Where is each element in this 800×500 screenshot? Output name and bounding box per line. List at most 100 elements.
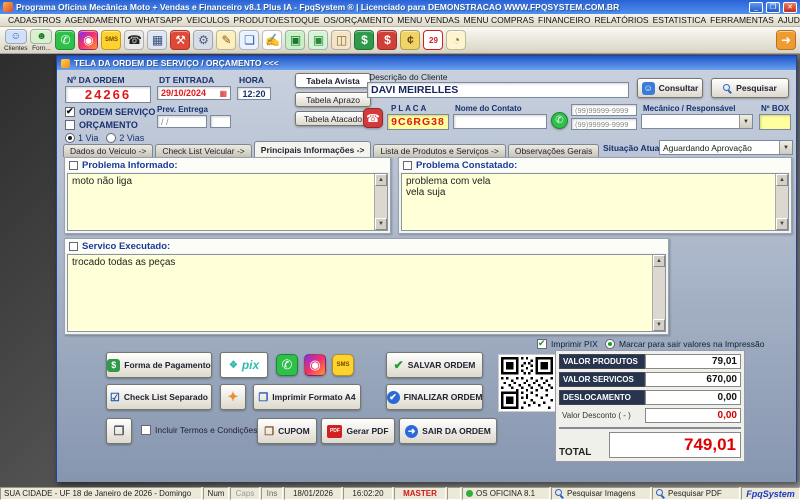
scroll-up-icon[interactable]: ▲ <box>776 174 788 186</box>
checkbox-icon[interactable] <box>69 242 78 251</box>
forma-pagamento-button[interactable]: $ Forma de Pagamento <box>106 352 212 378</box>
minimize-button[interactable]: _ <box>749 2 763 13</box>
instagram-icon[interactable]: ◉ <box>304 354 326 376</box>
plate-field[interactable]: 9C6RG38 <box>387 114 449 130</box>
mechanic-dropdown[interactable]: ▼ <box>641 114 753 129</box>
cart-icon[interactable]: ▣ <box>285 30 305 50</box>
menu-item[interactable]: VEICULOS <box>184 15 231 25</box>
contact-name-field[interactable] <box>453 114 547 129</box>
phone2-field[interactable]: (99)99999-9999 <box>571 118 637 130</box>
menu-item[interactable]: OS/ORÇAMENTO <box>322 15 396 25</box>
document-icon[interactable]: ❏ <box>239 30 259 50</box>
tab[interactable]: Dados do Veiculo -> <box>63 144 153 157</box>
print-small-button[interactable]: ❐ <box>106 418 132 444</box>
salvar-ordem-button[interactable]: ✔ SALVAR ORDEM <box>386 352 483 378</box>
client-name-field[interactable]: DAVI MEIRELLES <box>367 82 629 98</box>
menu-item[interactable]: PRODUTO/ESTOQUE <box>231 15 321 25</box>
dollar-icon[interactable]: $ <box>377 30 397 50</box>
maximize-button[interactable]: ❐ <box>766 2 780 13</box>
value-field[interactable]: 670,00 <box>645 372 741 387</box>
menu-item[interactable]: CADASTROS <box>6 15 63 25</box>
tab[interactable]: Lista de Produtos e Serviços -> <box>373 144 505 157</box>
scroll-down-icon[interactable]: ▼ <box>653 319 665 331</box>
close-button[interactable]: ✕ <box>783 2 797 13</box>
gerar-pdf-button[interactable]: PDF Gerar PDF <box>321 418 395 444</box>
menu-item[interactable]: WHATSAPP <box>133 15 184 25</box>
orcamento-checkbox[interactable]: ORÇAMENTO <box>65 120 138 130</box>
tabela-aprazo-button[interactable]: Tabela Aprazo <box>295 92 371 107</box>
menu-item[interactable]: AJUDA <box>776 15 800 25</box>
imprimir-pix-checkbox[interactable]: Imprimir PIX <box>537 339 598 349</box>
checkbox-icon[interactable] <box>69 161 78 170</box>
imprimir-a4-button[interactable]: ❐ Imprimir Formato A4 <box>253 384 361 410</box>
servico-executado-textarea[interactable]: trocado todas as peças <box>68 255 652 331</box>
toolbar-clientes-button[interactable]: ☺ Clientes <box>4 29 27 52</box>
exit-icon[interactable]: ➜ <box>776 30 796 50</box>
package-icon[interactable]: ◫ <box>331 30 351 50</box>
tab[interactable]: Observações Gerais <box>508 144 599 157</box>
cupom-button[interactable]: ❒ CUPOM <box>257 418 317 444</box>
entry-date-field[interactable]: 29/10/2024 ▦ <box>157 86 231 100</box>
phone1-field[interactable]: (99)99999-9999 <box>571 104 637 116</box>
clock-icon[interactable]: ◔ <box>446 30 466 50</box>
checkbox-icon[interactable] <box>403 161 412 170</box>
toolbar-fornecedores-button[interactable]: ☻ Forn... <box>30 29 52 52</box>
menu-item[interactable]: MENU COMPRAS <box>462 15 536 25</box>
order-icon[interactable]: ✍ <box>262 30 282 50</box>
menu-item[interactable]: MENU VENDAS <box>395 15 461 25</box>
whatsapp-icon[interactable]: ✆ <box>55 30 75 50</box>
scrollbar[interactable]: ▲ ▼ <box>775 174 788 230</box>
delivery-forecast-field[interactable]: / / <box>157 115 207 128</box>
sair-ordem-button[interactable]: ➜ SAIR DA ORDEM <box>399 418 497 444</box>
entry-time-field[interactable]: 12:20 <box>237 87 271 100</box>
tab[interactable]: Check List Veicular -> <box>155 144 251 157</box>
menu-item[interactable]: FINANCEIRO <box>536 15 592 25</box>
pesquisar-pdf-button[interactable]: Pesquisar PDF <box>652 487 740 500</box>
scrollbar[interactable]: ▲ ▼ <box>374 174 387 230</box>
value-field[interactable]: 79,01 <box>645 354 741 369</box>
tools-icon[interactable]: ⚒ <box>170 30 190 50</box>
pix-button[interactable]: ❖ pix <box>220 352 268 378</box>
whatsapp-icon[interactable]: ✆ <box>551 112 568 129</box>
sms-icon[interactable]: SMS <box>101 30 121 50</box>
menu-item[interactable]: FERRAMENTAS <box>708 15 776 25</box>
tabela-atacado-button[interactable]: Tabela Atacado <box>295 111 371 126</box>
money-icon[interactable]: $ <box>354 30 374 50</box>
order-number-field[interactable]: 24266 <box>65 86 151 103</box>
stamp-button[interactable]: ✦ <box>220 384 246 410</box>
pesquisar-imagens-button[interactable]: Pesquisar Imagens <box>551 487 651 500</box>
scroll-up-icon[interactable]: ▲ <box>653 255 665 267</box>
instagram-icon[interactable]: ◉ <box>78 30 98 50</box>
calendar-icon[interactable]: ▦ <box>219 89 227 98</box>
ordem-servico-checkbox[interactable]: ORDEM SERVIÇO <box>65 107 155 117</box>
tab[interactable]: Principais Informações -> <box>254 141 372 157</box>
situacao-dropdown[interactable]: Aguardando Aprovação ▼ <box>659 140 793 155</box>
scroll-down-icon[interactable]: ▼ <box>375 218 387 230</box>
cart2-icon[interactable]: ▣ <box>308 30 328 50</box>
problema-informado-textarea[interactable]: moto não liga <box>68 174 374 230</box>
value-field[interactable]: 0,00 <box>645 390 741 405</box>
box-field[interactable] <box>759 114 791 130</box>
calendar-icon[interactable]: 29 <box>423 30 443 50</box>
termos-checkbox[interactable]: Incluir Termos e Condições <box>141 425 257 435</box>
desconto-field[interactable]: 0,00 <box>645 408 741 423</box>
menu-item[interactable]: RELATÓRIOS <box>592 15 650 25</box>
finalizar-ordem-button[interactable]: ✔ FINALIZAR ORDEM <box>386 384 483 410</box>
coins-icon[interactable]: ¢ <box>400 30 420 50</box>
delivery-time-field[interactable] <box>210 115 231 128</box>
scrollbar[interactable]: ▲ ▼ <box>652 255 665 331</box>
pesquisar-button[interactable]: Pesquisar <box>711 78 789 98</box>
phone-icon[interactable]: ☎ <box>124 30 144 50</box>
settings-icon[interactable]: ⚙ <box>193 30 213 50</box>
problema-constatado-textarea[interactable]: problema com vela vela suja <box>402 174 775 230</box>
menu-item[interactable]: ESTATISTICA <box>651 15 709 25</box>
sms-icon[interactable]: SMS <box>332 354 354 376</box>
tabela-avista-button[interactable]: Tabela Avista <box>295 73 371 88</box>
consultar-button[interactable]: ☺ Consultar <box>637 78 703 98</box>
scroll-up-icon[interactable]: ▲ <box>375 174 387 186</box>
phone-icon[interactable]: ☎ <box>363 108 383 128</box>
scroll-down-icon[interactable]: ▼ <box>776 218 788 230</box>
edit-icon[interactable]: ✎ <box>216 30 236 50</box>
menu-item[interactable]: AGENDAMENTO <box>63 15 133 25</box>
whatsapp-icon[interactable]: ✆ <box>276 354 298 376</box>
